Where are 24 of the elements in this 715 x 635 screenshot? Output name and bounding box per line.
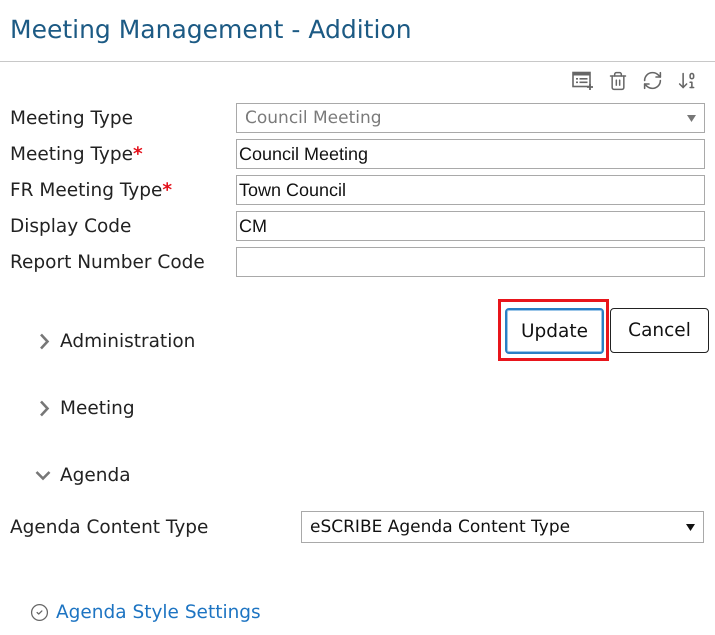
page-title: Meeting Management - Addition xyxy=(10,14,412,46)
text-input-field[interactable]: Council Meeting xyxy=(236,139,705,169)
cancel-button[interactable]: Cancel xyxy=(610,308,709,353)
text-input-field[interactable]: CM xyxy=(236,211,705,241)
section-header[interactable]: Agenda xyxy=(35,460,131,490)
field-label: Display Code xyxy=(10,216,132,236)
settings-link[interactable]: Agenda Style Settings xyxy=(56,602,261,623)
section-header[interactable]: Administration xyxy=(39,326,196,356)
field-label: FR Meeting Type* xyxy=(10,180,172,200)
text-input-field[interactable] xyxy=(236,247,705,277)
check-circle-icon xyxy=(30,603,49,622)
field-label: Report Number Code xyxy=(10,252,205,272)
field-label: Meeting Type xyxy=(10,108,133,128)
field-label: Meeting Type* xyxy=(10,144,143,164)
caret-icon xyxy=(687,114,696,122)
section-header[interactable]: Meeting xyxy=(39,393,135,423)
update-button[interactable]: Update xyxy=(505,308,604,354)
caret-icon xyxy=(686,524,695,530)
refresh-icon[interactable] xyxy=(642,70,663,91)
trash-icon[interactable] xyxy=(608,70,628,90)
select-field[interactable]: eSCRIBE Agenda Content Type xyxy=(301,511,704,543)
field-label: Agenda Content Type xyxy=(10,516,208,538)
text-input-field[interactable]: Town Council xyxy=(236,175,705,205)
add-list-icon[interactable] xyxy=(572,70,594,90)
